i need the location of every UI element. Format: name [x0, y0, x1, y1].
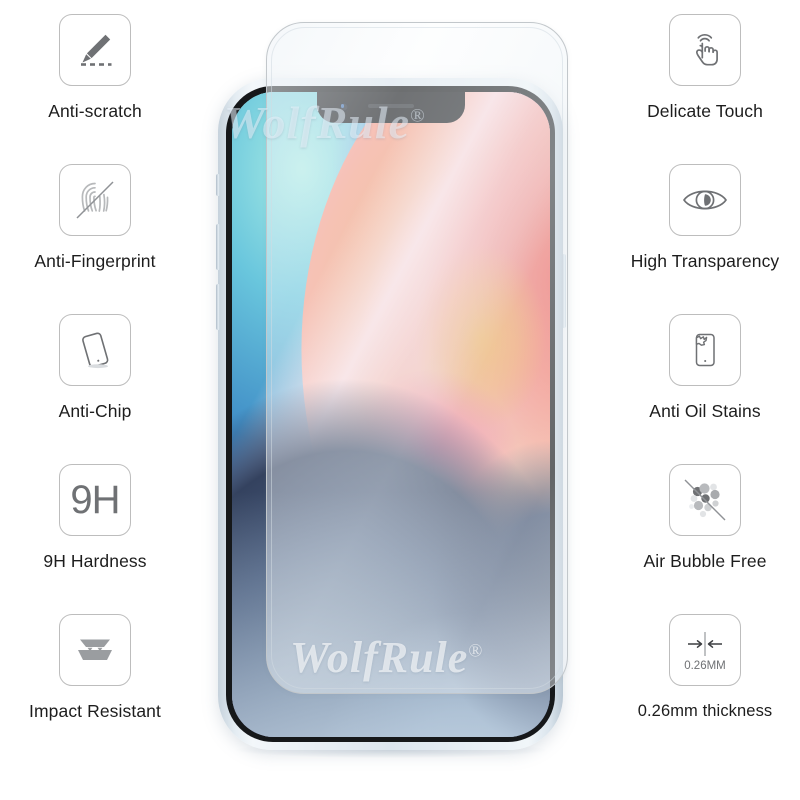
feature-high-transparency: High Transparency	[610, 164, 800, 314]
mute-switch	[216, 174, 220, 196]
feature-anti-fingerprint: Anti-Fingerprint	[0, 164, 190, 314]
feature-label: Anti-Fingerprint	[34, 251, 156, 271]
phone-with-glass-stage: WolfRule® WolfRule®	[190, 0, 610, 800]
phone-tilted-icon	[59, 314, 131, 386]
feature-anti-oil-stains: Anti Oil Stains	[610, 314, 800, 464]
touch-hand-icon	[669, 14, 741, 86]
phone-notch	[316, 91, 465, 123]
thickness-arrows-icon: 0.26MM	[669, 614, 741, 686]
impact-layers-icon	[59, 614, 131, 686]
feature-anti-chip: Anti-Chip	[0, 314, 190, 464]
feature-impact-resistant: Impact Resistant	[0, 614, 190, 764]
feature-label: 9H Hardness	[43, 551, 147, 571]
volume-up-button	[215, 224, 220, 270]
feature-delicate-touch: Delicate Touch	[610, 14, 800, 164]
wallpaper-bottom-wash	[231, 91, 550, 737]
iphone-device	[215, 78, 566, 750]
eye-icon	[669, 164, 741, 236]
left-feature-column: Anti-scratch Anti-Fingerprint Anti-Chip …	[0, 0, 190, 800]
feature-label: Air Bubble Free	[643, 551, 767, 571]
feature-label: Anti-scratch	[48, 101, 142, 121]
feature-label: 0.26mm thickness	[637, 702, 773, 720]
front-camera-icon	[338, 102, 349, 112]
oil-drop-phone-icon	[669, 314, 741, 386]
thickness-icon-text: 0.26MM	[684, 660, 726, 672]
bubbles-slash-icon	[669, 464, 741, 536]
fingerprint-slash-icon	[59, 164, 131, 236]
product-feature-image: Anti-scratch Anti-Fingerprint Anti-Chip …	[0, 0, 800, 800]
feature-label: Delicate Touch	[647, 101, 763, 121]
earpiece-speaker	[367, 103, 414, 108]
feature-label: Anti Oil Stains	[649, 401, 761, 421]
feature-anti-scratch: Anti-scratch	[0, 14, 190, 164]
volume-down-button	[215, 284, 220, 330]
phone-screen	[231, 91, 550, 737]
9h-hardness-icon: 9H	[59, 464, 131, 536]
feature-thickness: 0.26MM 0.26mm thickness	[610, 614, 800, 764]
power-button	[561, 254, 566, 328]
feature-9h-hardness: 9H 9H Hardness	[0, 464, 190, 614]
pen-scratch-icon	[59, 14, 131, 86]
feature-label: Anti-Chip	[58, 401, 132, 421]
phone-bezel	[226, 86, 555, 742]
feature-label: Impact Resistant	[29, 701, 161, 721]
9h-icon-text: 9H	[70, 478, 120, 522]
right-feature-column: Delicate Touch High Transparency Anti Oi…	[610, 0, 800, 800]
feature-label: High Transparency	[630, 251, 780, 271]
feature-air-bubble-free: Air Bubble Free	[610, 464, 800, 614]
